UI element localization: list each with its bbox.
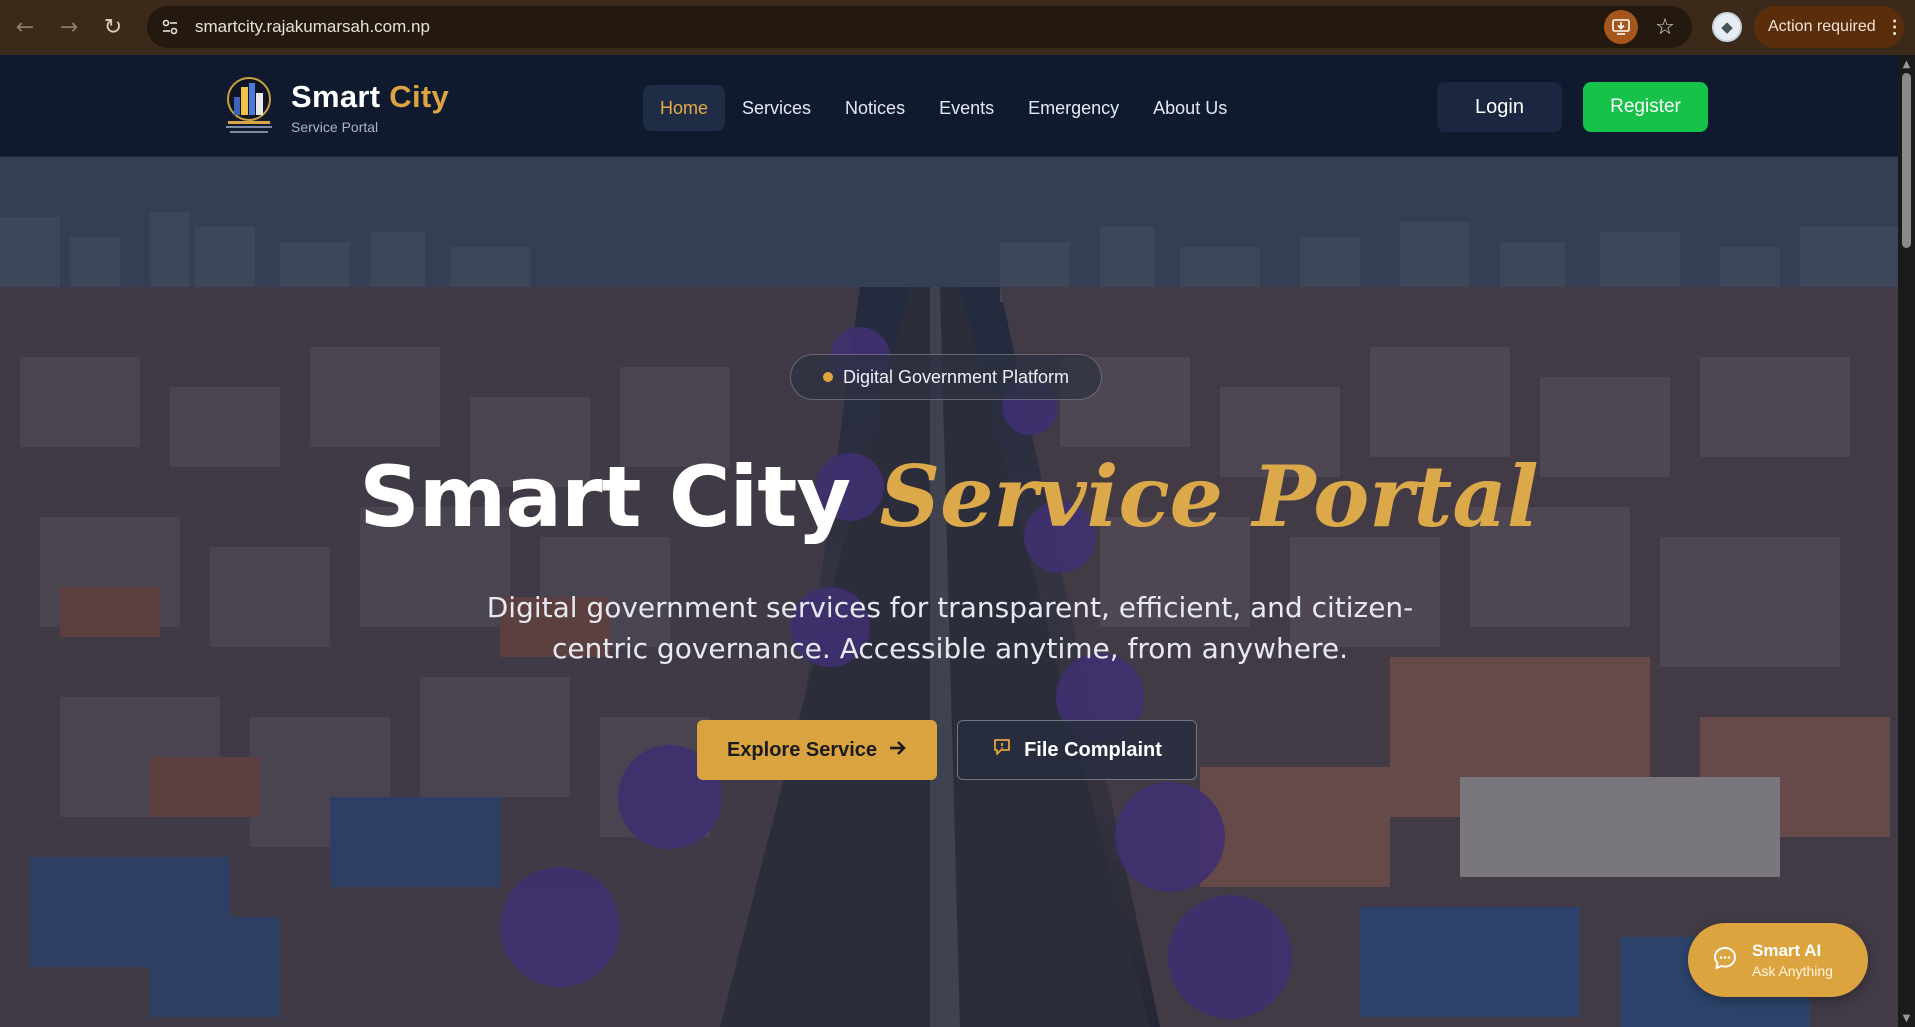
badge-text: Digital Government Platform — [842, 366, 1070, 387]
action-required-button[interactable]: Action required ⋮ — [1754, 6, 1904, 48]
brand-name[interactable]: Smart City — [291, 79, 449, 115]
badge-dot-icon — [822, 372, 833, 382]
register-button[interactable]: Register — [1583, 82, 1708, 132]
nav-events[interactable]: Events — [922, 85, 1011, 131]
action-required-label: Action required — [1768, 18, 1876, 35]
brand-accent: City — [389, 79, 450, 114]
forward-arrow-icon[interactable]: → — [50, 9, 88, 47]
nav-notices[interactable]: Notices — [828, 85, 922, 131]
file-complaint-button[interactable]: File Complaint — [957, 720, 1197, 780]
profile-icon[interactable]: ◆ — [1712, 12, 1742, 42]
page-scrollbar[interactable]: ▲ ▼ — [1898, 55, 1915, 1027]
file-complaint-label: File Complaint — [1024, 738, 1162, 761]
install-app-icon[interactable] — [1604, 10, 1638, 44]
nav-services[interactable]: Services — [725, 85, 828, 131]
city-logo[interactable] — [222, 75, 276, 137]
scrollbar-thumb[interactable] — [1902, 73, 1911, 248]
main-nav: Home Services Notices Events Emergency A… — [643, 85, 1244, 131]
hero-section: Digital Government Platform Smart City S… — [0, 157, 1898, 1027]
back-arrow-icon[interactable]: ← — [6, 9, 44, 47]
hero-title-accent: Service Portal — [879, 447, 1539, 546]
hero-description: Digital government services for transpar… — [486, 591, 1414, 665]
chat-bubble-icon — [992, 737, 1012, 763]
smart-ai-text: Smart AI Ask Anything — [1752, 941, 1833, 979]
chat-icon — [1712, 945, 1738, 975]
nav-home[interactable]: Home — [643, 85, 726, 131]
platform-badge: Digital Government Platform — [790, 354, 1102, 400]
explore-service-button[interactable]: Explore Service — [697, 720, 937, 780]
nav-emergency[interactable]: Emergency — [1011, 85, 1136, 131]
smart-ai-subtitle: Ask Anything — [1752, 963, 1833, 979]
scroll-up-icon[interactable]: ▲ — [1901, 59, 1912, 70]
smart-ai-title: Smart AI — [1752, 941, 1822, 960]
login-button[interactable]: Login — [1437, 82, 1562, 132]
explore-service-label: Explore Service — [726, 738, 878, 761]
site-info-icon[interactable] — [151, 8, 189, 46]
bookmark-star-icon[interactable]: ☆ — [1648, 15, 1682, 40]
url-text[interactable]: smartcity.rajakumarsah.com.np — [195, 17, 430, 37]
brand-subtitle: Service Portal — [291, 119, 379, 135]
hero-title-main: Smart City — [359, 448, 851, 546]
more-menu-icon[interactable]: ⋮ — [1886, 17, 1904, 38]
site-header: Smart City Service Portal Home Services … — [0, 55, 1898, 157]
address-bar[interactable]: smartcity.rajakumarsah.com.np ☆ — [147, 6, 1692, 48]
scroll-down-icon[interactable]: ▼ — [1901, 1013, 1912, 1024]
browser-toolbar: ← → ↻ smartcity.rajakumarsah.com.np ☆ ◆ … — [0, 0, 1915, 55]
brand-main: Smart — [291, 79, 381, 114]
hero-title: Smart City Service Portal — [0, 447, 1898, 547]
arrow-right-icon — [889, 739, 907, 762]
nav-about-us[interactable]: About Us — [1136, 85, 1244, 131]
reload-icon[interactable]: ↻ — [94, 9, 132, 47]
smart-ai-chat-button[interactable]: Smart AI Ask Anything — [1688, 923, 1868, 997]
